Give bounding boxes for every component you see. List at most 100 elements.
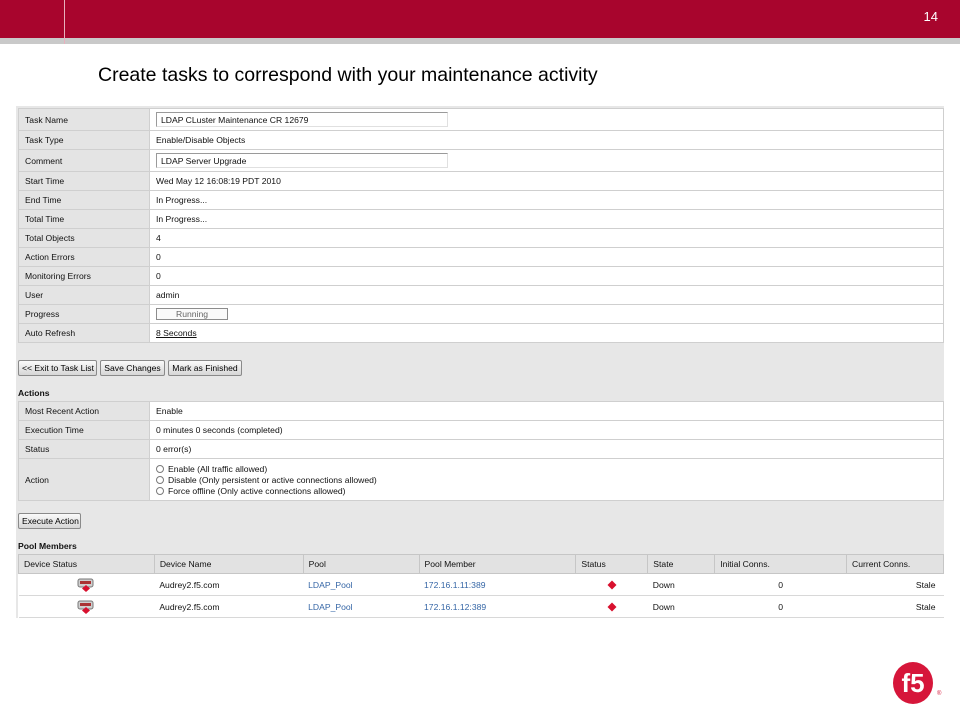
property-row-total-objects: Total Objects 4: [18, 228, 944, 248]
state-cell: Down: [647, 573, 715, 596]
start-time-value-cell: Wed May 12 16:08:19 PDT 2010: [149, 171, 944, 191]
property-row-total-time: Total Time In Progress...: [18, 209, 944, 229]
property-row-progress: Progress Running: [18, 304, 944, 324]
property-row-action-errors: Action Errors 0: [18, 247, 944, 267]
svg-text:®: ®: [937, 690, 942, 697]
end-time-label: End Time: [18, 190, 150, 210]
pool-cell: LDAP_Pool: [303, 595, 420, 618]
current-conns-cell: Stale: [846, 573, 944, 596]
property-row-task-type: Task Type Enable/Disable Objects: [18, 130, 944, 150]
actions-row-status: Status 0 error(s): [18, 439, 944, 459]
actions-row-exec-time: Execution Time 0 minutes 0 seconds (comp…: [18, 420, 944, 440]
f5-logo-text: f5: [901, 668, 924, 698]
total-time-value-cell: In Progress...: [149, 209, 944, 229]
action-option-enable[interactable]: Enable (All traffic allowed): [156, 463, 937, 474]
col-current-conns[interactable]: Current Conns.: [846, 554, 944, 574]
progress-label: Progress: [18, 304, 150, 324]
auto-refresh-value-cell: 8 Seconds: [149, 323, 944, 343]
col-pool-member[interactable]: Pool Member: [418, 554, 577, 574]
device-warning-icon: [77, 600, 94, 614]
status-cell: [575, 573, 648, 596]
pool-members-header-row: Device Status Device Name Pool Pool Memb…: [18, 554, 944, 574]
table-row: Audrey2.f5.com LDAP_Pool 172.16.1.12:389…: [18, 595, 944, 618]
page-number: 14: [923, 9, 938, 24]
action-errors-label: Action Errors: [18, 247, 150, 267]
col-state[interactable]: State: [647, 554, 716, 574]
user-label: User: [18, 285, 150, 305]
col-pool[interactable]: Pool: [302, 554, 420, 574]
col-initial-conns[interactable]: Initial Conns.: [714, 554, 848, 574]
most-recent-action-value: Enable: [149, 401, 944, 421]
table-row: Audrey2.f5.com LDAP_Pool 172.16.1.11:389…: [18, 573, 944, 596]
enable-radio[interactable]: [156, 464, 164, 473]
pool-cell: LDAP_Pool: [303, 573, 420, 596]
property-row-comment: Comment LDAP Server Upgrade: [18, 149, 944, 172]
force-offline-radio[interactable]: [156, 486, 164, 495]
progress-value-cell: Running: [149, 304, 944, 324]
f5-logo-icon: f5 ®: [893, 662, 942, 704]
pool-link[interactable]: LDAP_Pool: [308, 580, 352, 590]
actions-table: Most Recent Action Enable Execution Time…: [18, 401, 944, 501]
monitoring-errors-label: Monitoring Errors: [18, 266, 150, 286]
total-time-label: Total Time: [18, 209, 150, 229]
total-objects-label: Total Objects: [18, 228, 150, 248]
execution-time-value: 0 minutes 0 seconds (completed): [149, 420, 944, 440]
actions-row-most-recent: Most Recent Action Enable: [18, 401, 944, 421]
red-diamond-icon: [607, 602, 617, 611]
device-status-cell: [18, 595, 155, 618]
initial-conns-cell: 0: [714, 573, 847, 596]
device-status-cell: [18, 573, 155, 596]
comment-input[interactable]: LDAP Server Upgrade: [156, 153, 448, 168]
property-row-auto-refresh: Auto Refresh 8 Seconds: [18, 323, 944, 343]
comment-value-cell: LDAP Server Upgrade: [149, 149, 944, 172]
task-properties-table: Task Name LDAP CLuster Maintenance CR 126…: [18, 108, 944, 343]
auto-refresh-link[interactable]: 8 Seconds: [156, 328, 197, 338]
col-status[interactable]: Status: [575, 554, 649, 574]
pool-member-link[interactable]: 172.16.1.12:389: [424, 602, 486, 612]
task-name-label: Task Name: [18, 108, 150, 131]
execution-time-label: Execution Time: [18, 420, 150, 440]
col-device-name[interactable]: Device Name: [153, 554, 304, 574]
mark-as-finished-button[interactable]: Mark as Finished: [168, 360, 242, 376]
property-row-end-time: End Time In Progress...: [18, 190, 944, 210]
action-option-disable[interactable]: Disable (Only persistent or active conne…: [156, 474, 937, 485]
action-status-value: 0 error(s): [149, 439, 944, 459]
action-label: Action: [18, 458, 150, 501]
task-name-input[interactable]: LDAP CLuster Maintenance CR 12679: [156, 112, 448, 127]
pool-link[interactable]: LDAP_Pool: [308, 602, 352, 612]
device-name-cell: Audrey2.f5.com: [154, 573, 304, 596]
most-recent-action-label: Most Recent Action: [18, 401, 150, 421]
pool-member-cell: 172.16.1.11:389: [419, 573, 576, 596]
task-type-value-cell: Enable/Disable Objects: [149, 130, 944, 150]
action-errors-value-cell: 0: [149, 247, 944, 267]
initial-conns-cell: 0: [714, 595, 847, 618]
red-diamond-icon: [607, 580, 617, 589]
header-rule: [0, 38, 960, 44]
col-device-status[interactable]: Device Status: [18, 554, 155, 574]
device-name-cell: Audrey2.f5.com: [154, 595, 304, 618]
actions-row-action: Action Enable (All traffic allowed) Disa…: [18, 458, 944, 501]
action-options: Enable (All traffic allowed) Disable (On…: [149, 458, 944, 501]
action-option-force-offline[interactable]: Force offline (Only active connections a…: [156, 485, 937, 496]
execute-action-button[interactable]: Execute Action: [18, 513, 81, 529]
disable-option-label: Disable (Only persistent or active conne…: [168, 474, 377, 485]
property-row-start-time: Start Time Wed May 12 16:08:19 PDT 2010: [18, 171, 944, 191]
total-objects-value-cell: 4: [149, 228, 944, 248]
exit-to-task-list-button[interactable]: << Exit to Task List: [18, 360, 97, 376]
progress-bar: Running: [156, 308, 228, 320]
slide-title: Create tasks to correspond with your mai…: [98, 64, 598, 86]
disable-radio[interactable]: [156, 475, 164, 484]
status-cell: [575, 595, 648, 618]
pool-member-cell: 172.16.1.12:389: [419, 595, 576, 618]
auto-refresh-label: Auto Refresh: [18, 323, 150, 343]
start-time-label: Start Time: [18, 171, 150, 191]
end-time-value-cell: In Progress...: [149, 190, 944, 210]
state-cell: Down: [647, 595, 715, 618]
save-changes-button[interactable]: Save Changes: [100, 360, 165, 376]
task-name-value-cell: LDAP CLuster Maintenance CR 12679: [149, 108, 944, 131]
comment-label: Comment: [18, 149, 150, 172]
pool-member-link[interactable]: 172.16.1.11:389: [424, 580, 486, 590]
force-offline-option-label: Force offline (Only active connections a…: [168, 485, 346, 496]
task-type-label: Task Type: [18, 130, 150, 150]
current-conns-cell: Stale: [846, 595, 944, 618]
